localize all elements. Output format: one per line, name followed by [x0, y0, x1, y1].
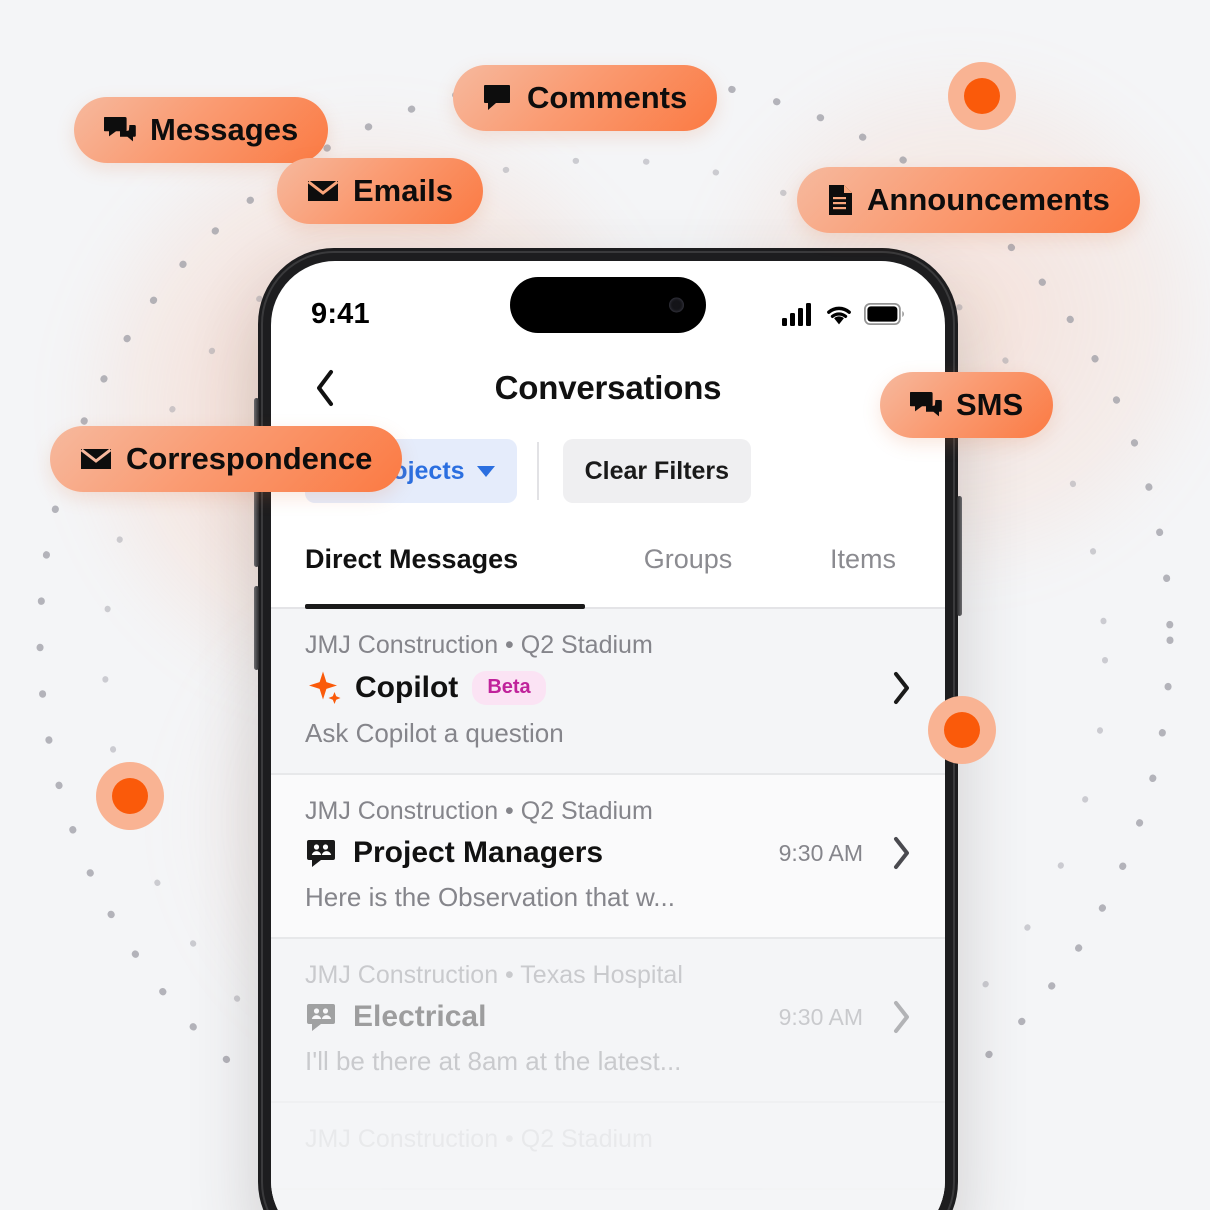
accent-dot-right [928, 696, 996, 764]
tab-groups[interactable]: Groups [595, 525, 785, 607]
list-item-title: Copilot [355, 671, 459, 704]
list-item-title: Electrical [353, 1000, 487, 1033]
signal-bars-icon [782, 302, 814, 326]
list-item-timestamp: 9:30 AM [778, 839, 863, 866]
tab-bar: Direct Messages Groups Items [271, 525, 945, 609]
list-item-project: JMJ Construction • Q2 Stadium [305, 631, 653, 659]
list-item-title: Project Managers [353, 836, 604, 869]
chat-bubbles-icon [104, 115, 136, 145]
chat-bubbles-icon [910, 390, 942, 420]
clear-filters-button[interactable]: Clear Filters [562, 439, 752, 503]
pill-sms[interactable]: SMS [880, 372, 1054, 438]
document-icon [827, 184, 853, 216]
list-item-preview: Ask Copilot a question [305, 718, 564, 748]
pill-label: Messages [150, 112, 299, 147]
list-item-project: JMJ Construction • Q2 Stadium [305, 797, 653, 825]
pill-label: Announcements [867, 182, 1110, 217]
pill-emails[interactable]: Emails [277, 158, 483, 224]
envelope-icon [80, 447, 112, 471]
status-bar: 9:41 [271, 261, 945, 345]
phone-screen: 9:41 Conversations Projects Clear Filter… [271, 261, 945, 1210]
pill-label: Emails [353, 173, 453, 208]
chevron-right-icon[interactable] [891, 671, 911, 705]
page-title: Conversations [494, 369, 722, 406]
tab-label: Direct Messages [305, 543, 519, 574]
chevron-down-icon [476, 465, 495, 477]
pill-label: Comments [527, 80, 688, 115]
list-item-project: JMJ Construction • Texas Hospital [305, 961, 683, 989]
accent-dot-top-right [948, 62, 1016, 130]
volume-down-button[interactable] [254, 586, 259, 670]
status-badge: Beta [472, 671, 546, 705]
phone-mockup: 9:41 Conversations Projects Clear Filter… [254, 248, 962, 1210]
pill-comments[interactable]: Comments [453, 65, 718, 131]
wifi-icon [824, 303, 854, 326]
filter-divider [536, 442, 539, 500]
list-item[interactable]: JMJ Construction • Texas Hospital Electr… [271, 939, 945, 1103]
nav-header: Conversations [271, 345, 945, 429]
envelope-icon [307, 179, 339, 203]
front-camera-icon [669, 297, 684, 313]
comment-bubble-icon [483, 83, 513, 113]
tab-label: Groups [643, 543, 733, 574]
sparkle-icon [305, 670, 341, 706]
list-item[interactable]: JMJ Construction • Q2 Stadium Project Ma… [271, 775, 945, 939]
clear-filters-label: Clear Filters [584, 456, 730, 485]
pill-label: SMS [956, 387, 1024, 422]
dynamic-island [510, 277, 706, 333]
list-item[interactable]: JMJ Construction • Q2 Stadium [271, 1103, 945, 1190]
battery-full-icon [864, 303, 905, 325]
accent-dot-left [96, 762, 164, 830]
group-chat-icon [305, 1000, 339, 1034]
pill-messages[interactable]: Messages [74, 97, 329, 163]
list-item-preview: Here is the Observation that w... [305, 882, 675, 912]
list-item-timestamp: 9:30 AM [778, 1003, 863, 1030]
volume-up-button[interactable] [254, 483, 259, 567]
power-button[interactable] [957, 496, 962, 616]
pill-announcements[interactable]: Announcements [797, 167, 1140, 233]
list-item-preview: I'll be there at 8am at the latest... [305, 1046, 682, 1076]
illustration-canvas: 9:41 Conversations Projects Clear Filter… [0, 0, 1210, 1210]
tab-items[interactable]: Items [785, 525, 945, 607]
tab-direct-messages[interactable]: Direct Messages [305, 525, 595, 609]
status-bar-clock: 9:41 [311, 297, 370, 330]
pill-correspondence[interactable]: Correspondence [50, 426, 403, 492]
list-item[interactable]: JMJ Construction • Q2 Stadium Copilot Be… [271, 609, 945, 775]
group-chat-icon [305, 836, 339, 870]
chevron-right-icon[interactable] [891, 836, 911, 870]
tab-label: Items [829, 543, 896, 574]
chevron-right-icon[interactable] [891, 1000, 911, 1034]
status-bar-indicators [782, 302, 905, 326]
pill-label: Correspondence [126, 441, 373, 476]
conversation-list: JMJ Construction • Q2 Stadium Copilot Be… [271, 609, 945, 1210]
list-item-project: JMJ Construction • Q2 Stadium [305, 1125, 653, 1153]
